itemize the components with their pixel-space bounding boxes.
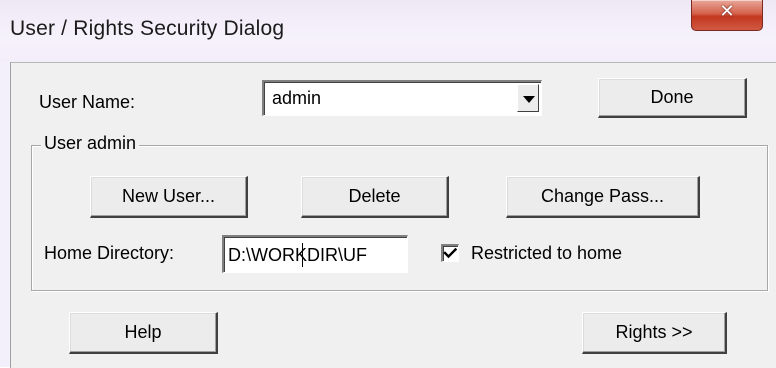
security-dialog-window: User / Rights Security Dialog ✕ User Nam… <box>0 0 776 368</box>
groupbox-legend: User admin <box>41 133 140 154</box>
change-pass-button[interactable]: Change Pass... <box>506 176 700 218</box>
restricted-to-home-label[interactable]: Restricted to home <box>471 243 622 264</box>
dialog-client-area: User Name: admin Done User admin New Use… <box>10 62 776 368</box>
change-pass-button-label: Change Pass... <box>540 186 665 206</box>
new-user-button-label: New User... <box>121 186 216 206</box>
new-user-button[interactable]: New User... <box>90 176 248 218</box>
help-button-label: Help <box>124 322 162 342</box>
delete-button[interactable]: Delete <box>301 176 449 218</box>
rights-button-label: Rights >> <box>615 322 693 342</box>
user-name-combobox[interactable]: admin <box>262 80 542 116</box>
help-button[interactable]: Help <box>69 312 218 354</box>
checkmark-icon <box>443 247 458 259</box>
home-directory-label: Home Directory: <box>44 243 175 263</box>
title-bar[interactable]: User / Rights Security Dialog ✕ <box>0 0 776 62</box>
close-button[interactable]: ✕ <box>691 0 763 31</box>
restricted-to-home-checkbox[interactable] <box>441 244 459 262</box>
rights-button[interactable]: Rights >> <box>582 312 727 354</box>
user-name-value: admin <box>272 88 322 108</box>
user-name-label: User Name: <box>39 92 136 112</box>
window-title: User / Rights Security Dialog <box>10 17 285 40</box>
done-button[interactable]: Done <box>598 78 747 118</box>
chevron-down-icon[interactable] <box>517 84 539 112</box>
home-directory-input[interactable]: D:\WORKDIR\UF <box>222 235 408 273</box>
home-directory-value: D:\WORKDIR\UF <box>228 245 367 265</box>
done-button-label: Done <box>650 87 694 107</box>
delete-button-label: Delete <box>348 186 401 206</box>
close-icon: ✕ <box>719 1 735 22</box>
text-caret <box>302 243 303 267</box>
